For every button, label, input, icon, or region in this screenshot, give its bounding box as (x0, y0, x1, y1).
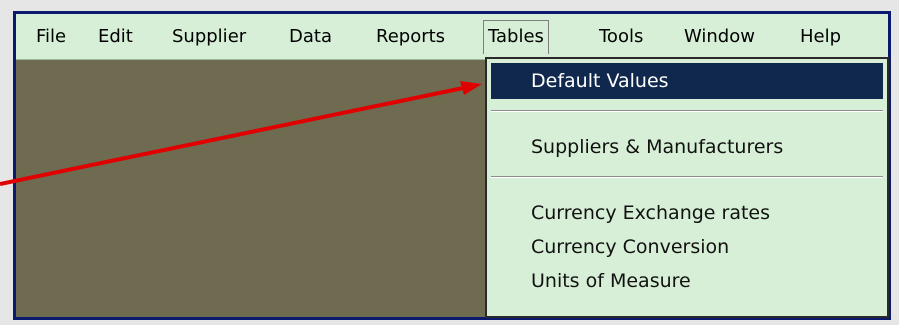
annotation-arrow (0, 81, 482, 186)
annotation-arrow-line (0, 85, 469, 186)
annotation-arrow-head (460, 81, 482, 95)
